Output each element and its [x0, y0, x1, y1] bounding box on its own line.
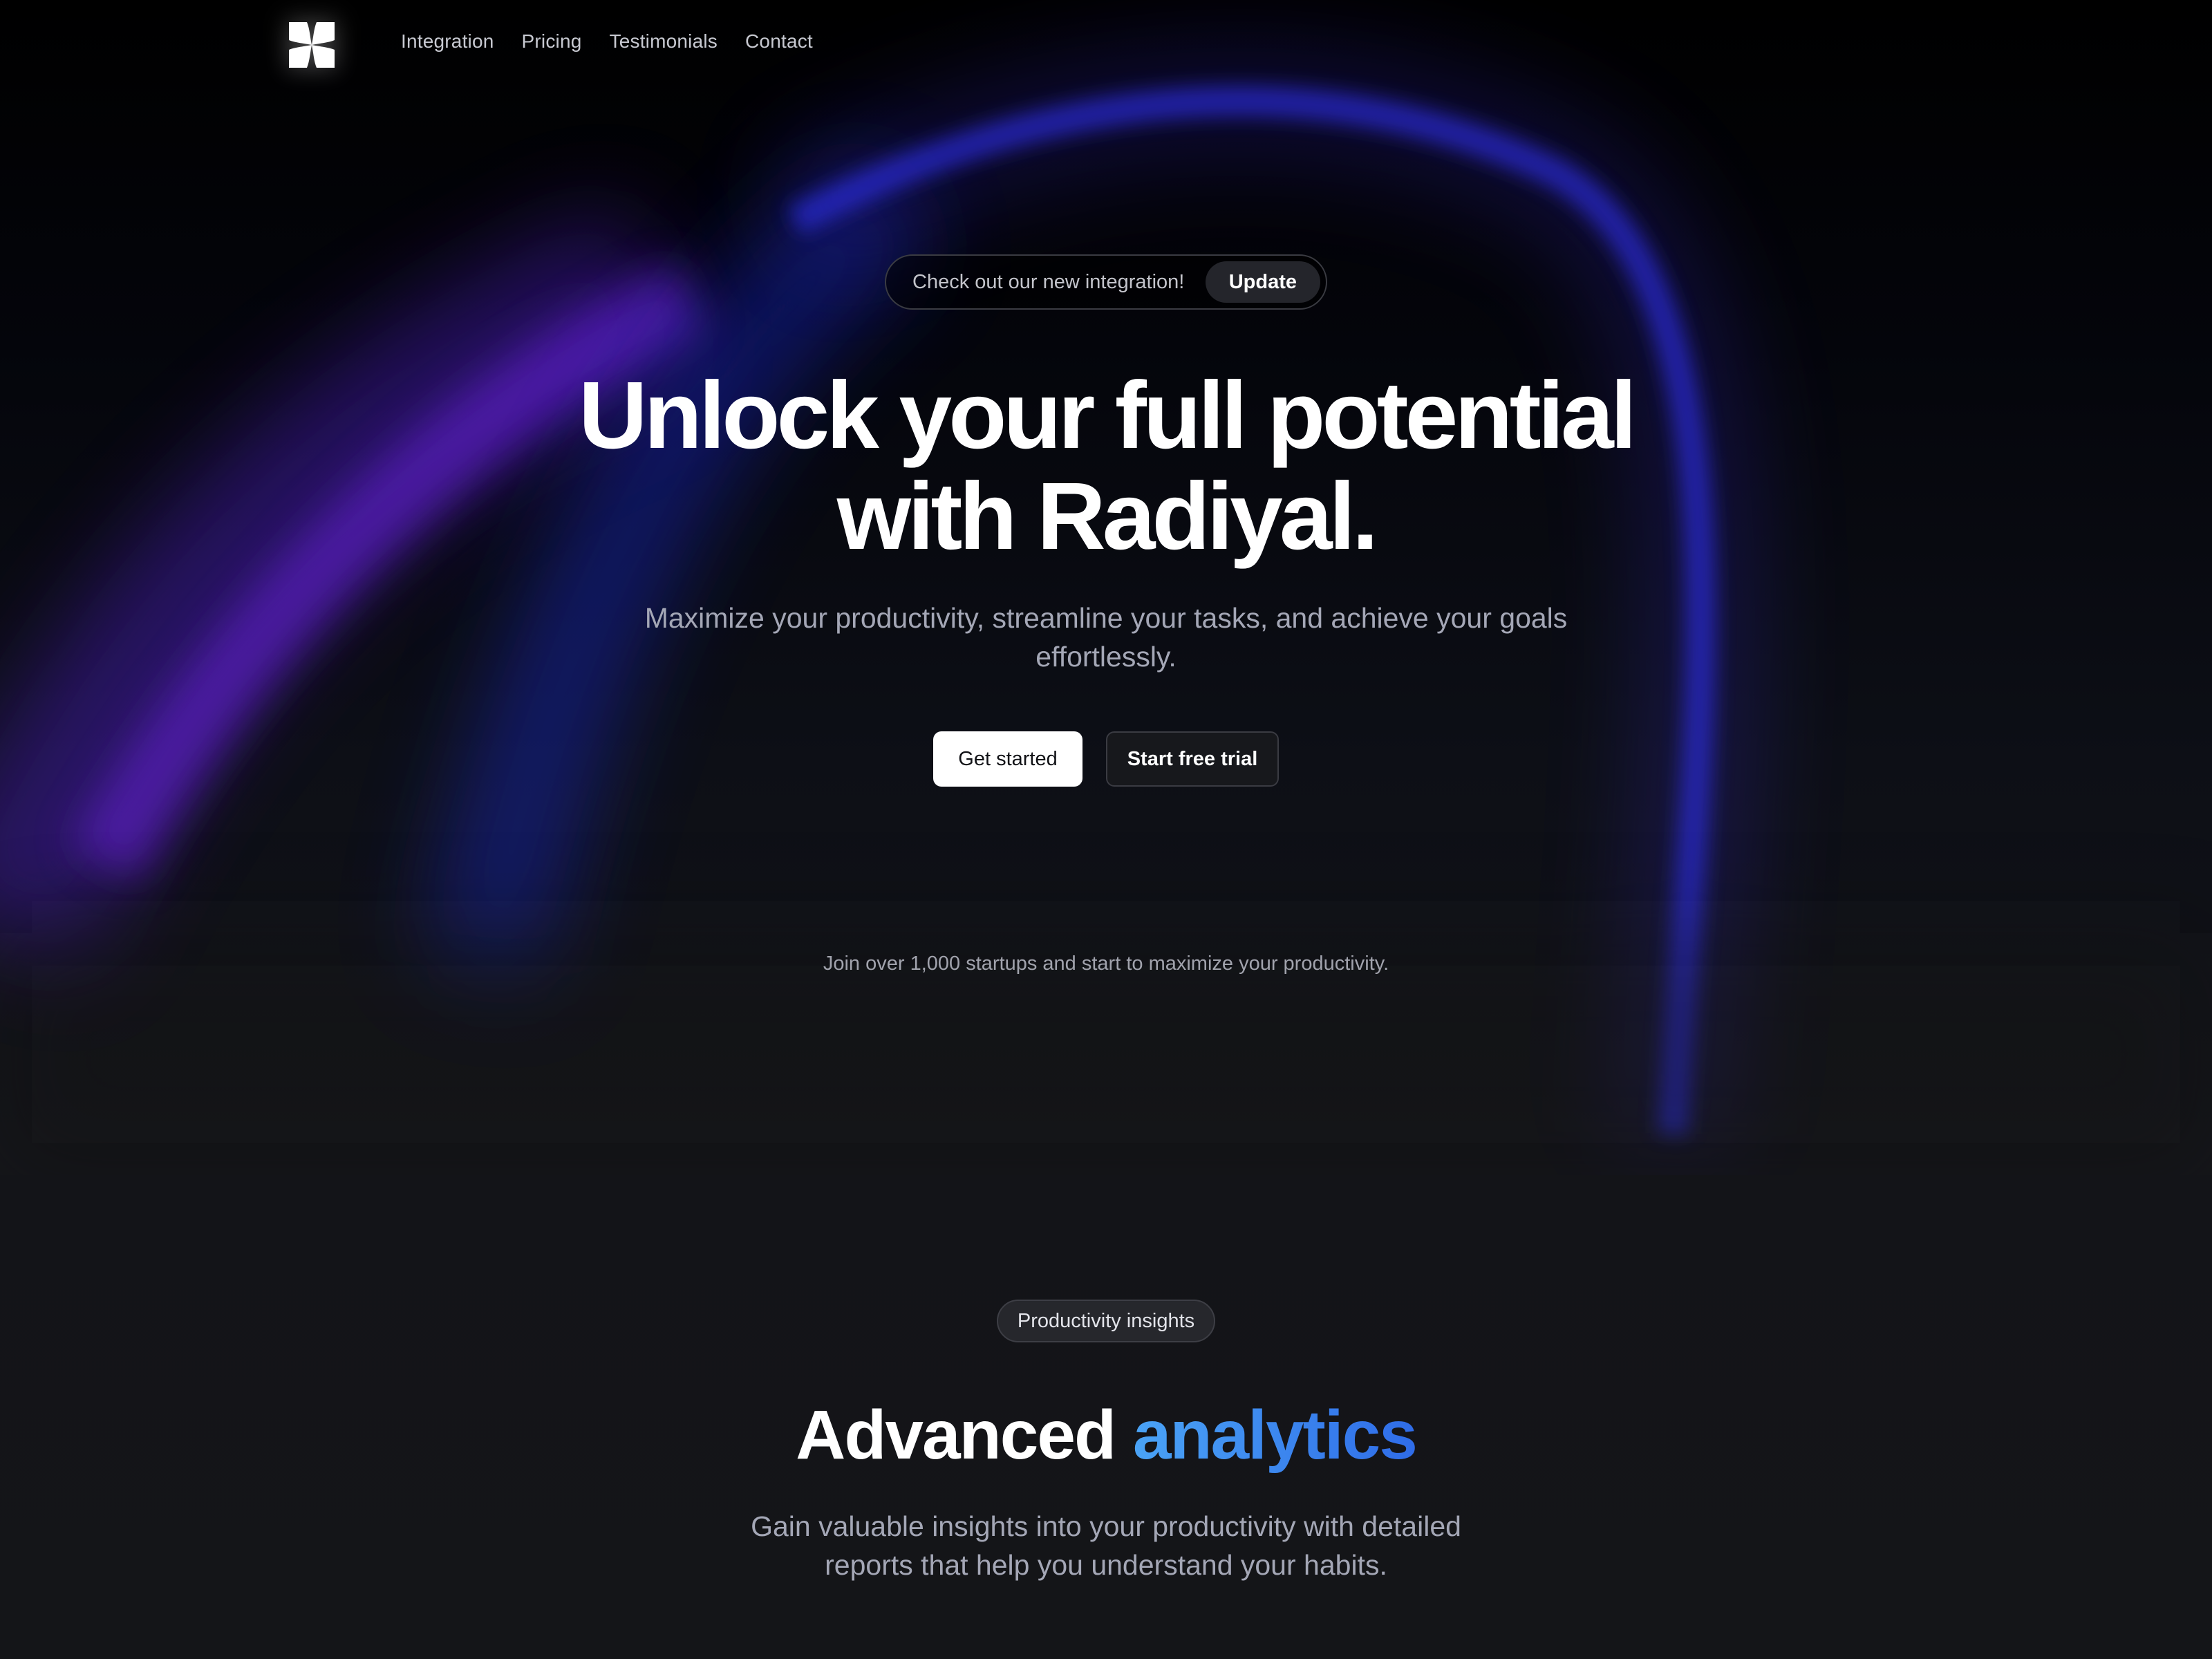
- social-proof-text: Join over 1,000 startups and start to ma…: [823, 953, 1389, 975]
- nav-links: Integration Pricing Testimonials Contact: [401, 30, 813, 53]
- top-navigation: Integration Pricing Testimonials Contact: [0, 0, 2212, 90]
- background-glow: [0, 0, 2212, 1175]
- section-subtitle: Gain valuable insights into your product…: [751, 1510, 1461, 1581]
- landing-page: Integration Pricing Testimonials Contact…: [0, 0, 2212, 1659]
- announcement-text: Check out our new integration!: [912, 270, 1185, 293]
- hero-cta-row: Get started Start free trial: [0, 731, 2212, 787]
- start-free-trial-button[interactable]: Start free trial: [1106, 731, 1279, 787]
- announcement-pill[interactable]: Check out our new integration! Update: [885, 254, 1327, 310]
- pinwheel-logo-icon[interactable]: [289, 22, 335, 68]
- nav-link-testimonials[interactable]: Testimonials: [610, 30, 718, 53]
- hero-subtitle: Maximize your productivity, streamline y…: [644, 602, 1568, 673]
- nav-link-integration[interactable]: Integration: [401, 30, 494, 53]
- section-title-plain: Advanced: [796, 1396, 1133, 1474]
- hero-title-line-1: Unlock your full potential: [578, 362, 1637, 469]
- update-button[interactable]: Update: [1205, 261, 1320, 303]
- hero-title-line-2: with Radiyal.: [836, 463, 1379, 570]
- get-started-button[interactable]: Get started: [933, 731, 1082, 787]
- section-badge: Productivity insights: [997, 1300, 1215, 1342]
- nav-link-contact[interactable]: Contact: [745, 30, 813, 53]
- section-title-accent: analytics: [1132, 1396, 1418, 1474]
- nav-link-pricing[interactable]: Pricing: [522, 30, 582, 53]
- section-title: Advanced analytics: [0, 1394, 2212, 1477]
- hero-title: Unlock your full potential with Radiyal.: [0, 365, 2212, 567]
